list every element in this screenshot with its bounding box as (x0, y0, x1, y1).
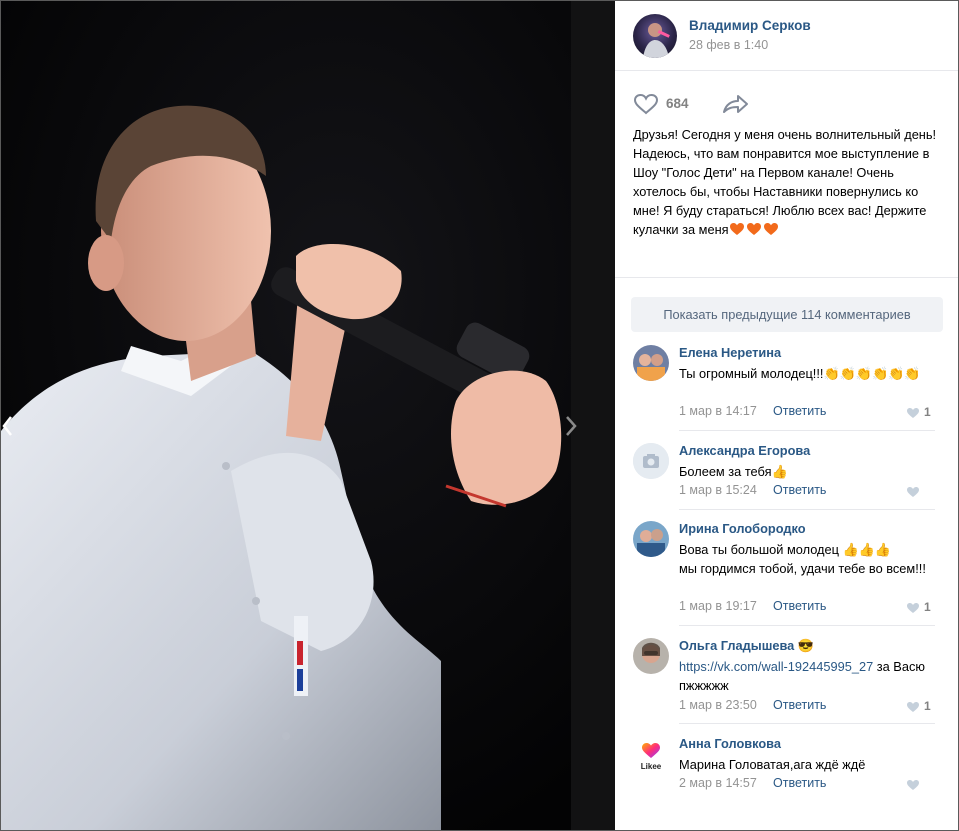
comment-text: Болеем за тебя👍 (679, 462, 929, 481)
post-text: Друзья! Сегодня у меня очень волнительны… (615, 117, 958, 278)
comment-divider (679, 430, 935, 431)
commenter-name[interactable]: Александра Егорова (679, 443, 810, 458)
clapping-hands-emoji: 👏👏👏👏👏👏 (823, 366, 921, 381)
comment-item: Ольга Гладышева 😎 https://vk.com/wall-19… (631, 638, 936, 718)
post-photo[interactable] (1, 1, 615, 830)
comment-like-count: 1 (924, 600, 931, 614)
show-previous-comments-button[interactable]: Показать предыдущие 114 комментариев (631, 297, 943, 332)
commenter-avatar-image (633, 638, 669, 674)
comment-item: Likee Анна Головкова Марина Головатая,аг… (631, 736, 936, 796)
likee-logo-text: Likee (641, 762, 662, 771)
commenter-avatar-image (633, 345, 669, 381)
comment-like-count: 1 (924, 405, 931, 419)
comment-text-body: Болеем за тебя (679, 464, 772, 479)
reply-button[interactable]: Ответить (773, 776, 826, 790)
camera-placeholder-icon (633, 443, 669, 479)
comment-item: Ирина Голобородко Вова ты большой молоде… (631, 521, 936, 619)
comment-date[interactable]: 1 мар в 19:17 (679, 599, 757, 613)
comment-date[interactable]: 1 мар в 23:50 (679, 698, 757, 712)
comment-item: Елена Неретина Ты огромный молодец!!!👏👏👏… (631, 345, 936, 425)
comment-like-button[interactable]: 1 (906, 600, 936, 616)
comment-date[interactable]: 2 мар в 14:57 (679, 776, 757, 790)
commenter-name[interactable]: Ирина Голобородко (679, 521, 806, 536)
comment-like-button[interactable]: 1 (906, 405, 936, 421)
commenter-avatar[interactable]: Likee (633, 736, 669, 772)
comment-divider (679, 509, 935, 510)
previous-photo-icon[interactable] (1, 411, 15, 441)
heart-icon (907, 780, 919, 790)
comment-like-count: 1 (924, 699, 931, 713)
commenter-name[interactable]: Елена Неретина (679, 345, 781, 360)
commenter-avatar[interactable] (633, 521, 669, 557)
commenter-name[interactable]: Анна Головкова (679, 736, 781, 751)
commenter-name-text: Ольга Гладышева (679, 638, 795, 653)
heart-icon (907, 702, 919, 712)
reply-button[interactable]: Ответить (773, 698, 826, 712)
comment-like-button[interactable] (906, 484, 936, 500)
commenter-avatar[interactable] (633, 638, 669, 674)
commenter-avatar[interactable] (633, 443, 669, 479)
post-date[interactable]: 28 фев в 1:40 (689, 38, 768, 52)
heart-icon (907, 408, 919, 418)
orange-heart-icon (729, 223, 744, 235)
like-heart-icon[interactable] (633, 93, 659, 115)
likee-logo-icon: Likee (633, 736, 669, 772)
reply-button[interactable]: Ответить (773, 483, 826, 497)
comment-text: Марина Головатая,ага ждё ждё (679, 757, 866, 772)
comment-link[interactable]: https://vk.com/wall-192445995_27 (679, 659, 873, 674)
post-sidebar: Владимир Серков 28 фев в 1:40 684 Друзья… (615, 1, 958, 830)
thumbs-up-emoji: 👍 (771, 464, 788, 479)
comment-text-body: Ты огромный молодец!!! (679, 366, 824, 381)
commenter-avatar[interactable] (633, 345, 669, 381)
comment-text-body: Вова ты большой молодец (679, 542, 839, 557)
comment-like-button[interactable] (906, 777, 936, 793)
next-photo-icon[interactable] (561, 411, 581, 441)
comment-date[interactable]: 1 мар в 14:17 (679, 404, 757, 418)
heart-icon (907, 603, 919, 613)
heart-icon (907, 487, 919, 497)
sunglasses-emoji: 😎 (797, 638, 815, 653)
comment-text-continuation: мы гордимся тобой, удачи тебе во всем!!! (679, 561, 926, 576)
post-text-body: Друзья! Сегодня у меня очень волнительны… (633, 127, 940, 237)
commenter-name[interactable]: Ольга Гладышева 😎 (679, 638, 814, 653)
like-count: 684 (666, 96, 689, 111)
author-name[interactable]: Владимир Серков (689, 18, 811, 33)
thumbs-up-emoji: 👍👍👍 (842, 542, 892, 557)
comment-text: https://vk.com/wall-192445995_27 за Васю… (679, 657, 929, 695)
share-arrow-icon[interactable] (721, 93, 749, 115)
comment-divider (679, 723, 935, 724)
orange-heart-icon (746, 223, 761, 235)
singer-photo-illustration (1, 1, 615, 830)
comment-text: Ты огромный молодец!!!👏👏👏👏👏👏 (679, 364, 929, 383)
author-avatar-image (643, 23, 670, 58)
post-actions: 684 (615, 71, 958, 117)
comment-divider (679, 625, 935, 626)
comment-text: Вова ты большой молодец 👍👍👍 мы гордимся … (679, 540, 929, 578)
comment-item: Александра Егорова Болеем за тебя👍 1 мар… (631, 443, 936, 503)
reply-button[interactable]: Ответить (773, 599, 826, 613)
orange-heart-icon (763, 223, 778, 235)
comment-like-button[interactable]: 1 (906, 699, 936, 715)
reply-button[interactable]: Ответить (773, 404, 826, 418)
author-avatar[interactable] (633, 14, 677, 58)
comment-date[interactable]: 1 мар в 15:24 (679, 483, 757, 497)
commenter-avatar-image (633, 521, 669, 557)
post-header: Владимир Серков 28 фев в 1:40 (615, 1, 958, 71)
